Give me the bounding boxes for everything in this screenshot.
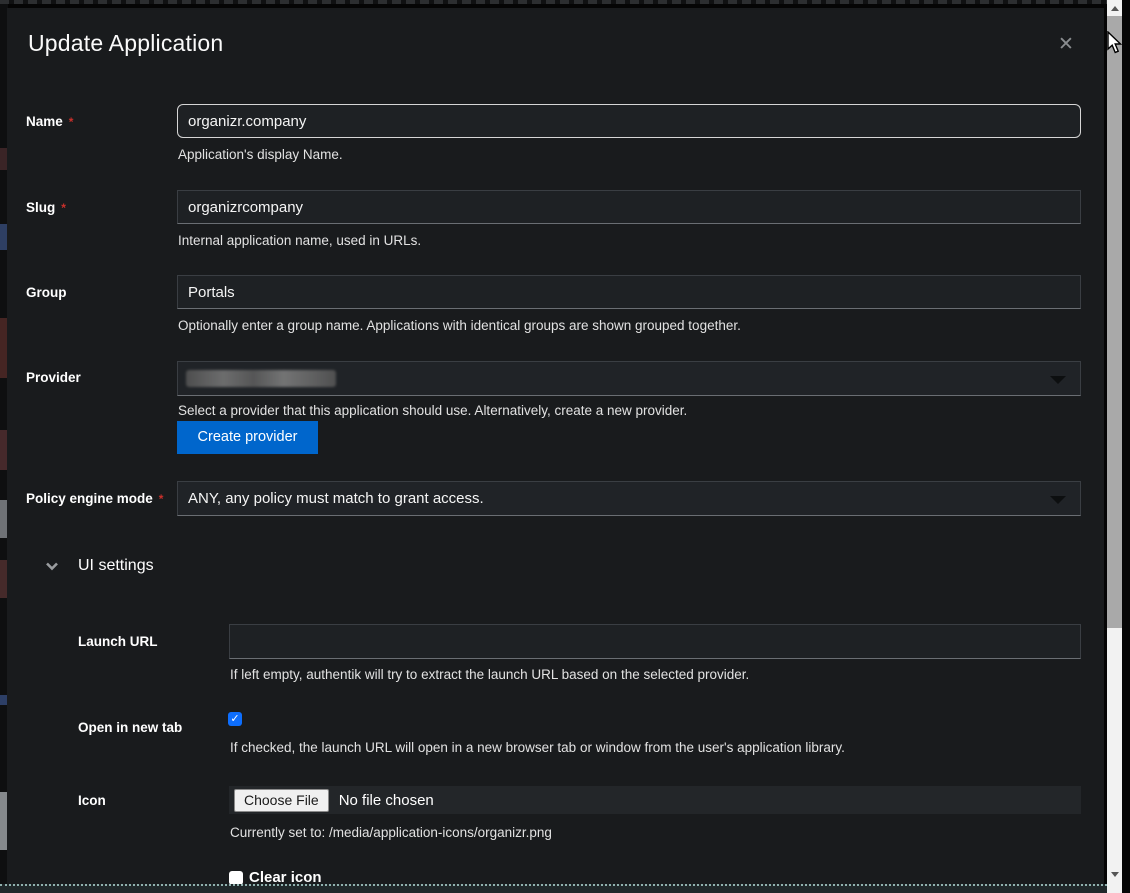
open-in-new-tab-help: If checked, the launch URL will open in … bbox=[230, 740, 845, 755]
close-icon[interactable]: ✕ bbox=[1053, 32, 1079, 58]
name-label: Name * bbox=[26, 114, 73, 129]
launch-url-help: If left empty, authentik will try to ext… bbox=[230, 667, 749, 682]
create-provider-button[interactable]: Create provider bbox=[177, 421, 318, 454]
window-right-edge bbox=[1122, 0, 1130, 893]
group-help: Optionally enter a group name. Applicati… bbox=[178, 318, 741, 333]
ui-settings-section-header[interactable]: UI settings bbox=[78, 557, 154, 575]
policy-engine-mode-label-text: Policy engine mode bbox=[26, 491, 153, 506]
chevron-down-icon bbox=[1050, 376, 1066, 384]
redacted-provider-value bbox=[186, 370, 336, 387]
provider-select[interactable] bbox=[177, 361, 1081, 396]
slug-label: Slug * bbox=[26, 200, 66, 215]
update-application-modal: Update Application ✕ Name * Application's… bbox=[7, 8, 1104, 884]
modal-title: Update Application bbox=[28, 30, 223, 57]
group-input[interactable] bbox=[177, 275, 1081, 309]
slug-input[interactable] bbox=[177, 190, 1081, 224]
backdrop-fragment bbox=[0, 224, 7, 250]
required-asterisk: * bbox=[69, 115, 74, 129]
name-label-text: Name bbox=[26, 114, 63, 129]
launch-url-input[interactable] bbox=[229, 624, 1081, 659]
icon-file-input[interactable]: Choose File No file chosen bbox=[229, 786, 1081, 814]
provider-help: Select a provider that this application … bbox=[178, 403, 687, 418]
scrollbar-up-arrow-icon[interactable] bbox=[1111, 6, 1119, 11]
clear-icon-label: Clear icon bbox=[249, 869, 322, 884]
open-in-new-tab-checkbox[interactable]: ✓ bbox=[228, 712, 242, 726]
name-input[interactable] bbox=[177, 104, 1081, 138]
checkmark-icon: ✓ bbox=[230, 713, 239, 725]
chevron-down-icon[interactable] bbox=[45, 559, 59, 573]
icon-help: Currently set to: /media/application-ico… bbox=[230, 825, 552, 840]
backdrop-fragment bbox=[0, 500, 7, 538]
policy-engine-mode-select[interactable]: ANY, any policy must match to grant acce… bbox=[177, 481, 1081, 516]
slug-help: Internal application name, used in URLs. bbox=[178, 233, 421, 248]
backdrop-fragment bbox=[0, 148, 7, 170]
required-asterisk: * bbox=[61, 201, 66, 215]
provider-label: Provider bbox=[26, 370, 81, 385]
chevron-down-icon bbox=[1050, 496, 1066, 504]
slug-label-text: Slug bbox=[26, 200, 55, 215]
modal-top-edge bbox=[0, 0, 1107, 4]
modal-bottom-edge bbox=[0, 884, 1107, 893]
policy-engine-mode-label: Policy engine mode * bbox=[26, 491, 163, 506]
clear-icon-checkbox[interactable] bbox=[229, 871, 243, 884]
backdrop-fragment bbox=[0, 430, 7, 470]
launch-url-label: Launch URL bbox=[78, 634, 158, 649]
required-asterisk: * bbox=[159, 492, 164, 506]
scrollbar-thumb[interactable] bbox=[1107, 16, 1122, 628]
backdrop-fragment bbox=[0, 560, 7, 598]
choose-file-button[interactable]: Choose File bbox=[234, 789, 329, 812]
scrollbar-down-arrow-icon[interactable] bbox=[1111, 872, 1119, 877]
icon-label: Icon bbox=[78, 793, 106, 808]
vertical-scrollbar[interactable] bbox=[1107, 0, 1122, 893]
policy-engine-mode-value: ANY, any policy must match to grant acce… bbox=[188, 490, 484, 507]
open-in-new-tab-label: Open in new tab bbox=[78, 720, 182, 735]
backdrop-fragment bbox=[0, 695, 7, 705]
update-application-modal-screen: Update Application ✕ Name * Application's… bbox=[0, 0, 1130, 893]
backdrop-fragment bbox=[0, 318, 7, 378]
name-help: Application's display Name. bbox=[178, 147, 343, 162]
backdrop-fragment bbox=[0, 792, 7, 850]
file-chosen-status: No file chosen bbox=[339, 792, 434, 809]
group-label: Group bbox=[26, 285, 67, 300]
